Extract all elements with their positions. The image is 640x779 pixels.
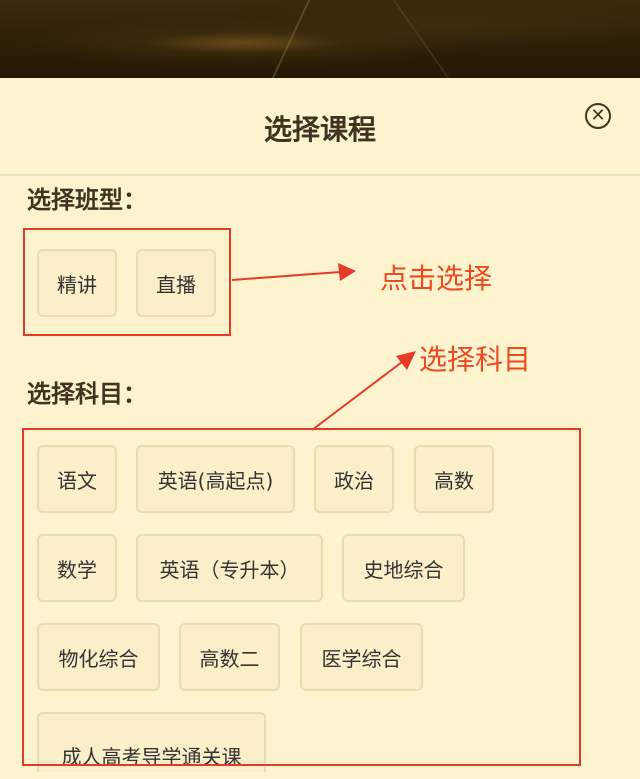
class-type-highlight-box bbox=[23, 228, 231, 336]
subject-highlight-box bbox=[22, 428, 581, 766]
photo-light-streak bbox=[211, 0, 311, 78]
close-icon[interactable]: ✕ bbox=[585, 103, 611, 129]
subject-annotation: 选择科目 bbox=[419, 343, 532, 376]
sheet-header: 选择课程 ✕ bbox=[0, 78, 640, 176]
page-title: 选择课程 bbox=[263, 113, 376, 146]
class-type-label: 选择班型： bbox=[27, 186, 147, 214]
background-photo bbox=[0, 0, 640, 78]
class-type-annotation: 点击选择 bbox=[380, 262, 493, 295]
photo-light-streak bbox=[392, 0, 570, 78]
subject-label: 选择科目： bbox=[27, 380, 147, 408]
